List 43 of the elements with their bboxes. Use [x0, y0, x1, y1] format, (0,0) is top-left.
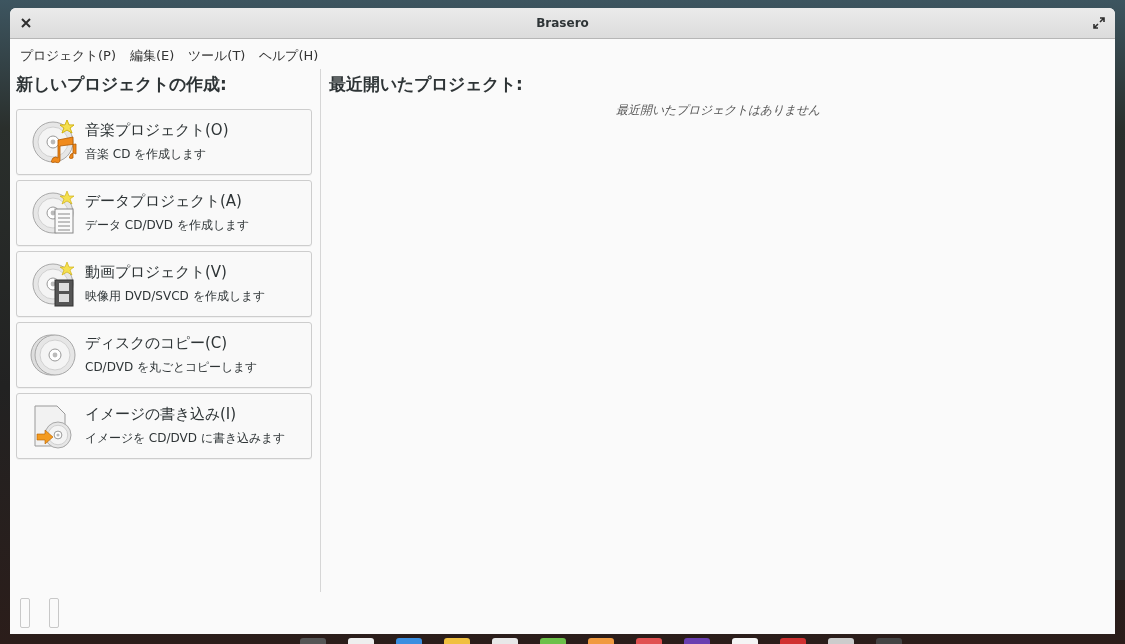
status-slot — [20, 598, 30, 628]
dock-icon[interactable] — [540, 638, 566, 644]
project-description: 映像用 DVD/SVCD を作成します — [85, 288, 265, 305]
project-button[interactable]: 音楽プロジェクト(O) 音楽 CD を作成します — [16, 109, 312, 175]
dock-icon[interactable] — [876, 638, 902, 644]
project-button[interactable]: ディスクのコピー(C) CD/DVD を丸ごとコピーします — [16, 322, 312, 388]
dock-icon[interactable] — [588, 638, 614, 644]
project-button[interactable]: データプロジェクト(A) データ CD/DVD を作成します — [16, 180, 312, 246]
project-description: データ CD/DVD を作成します — [85, 217, 249, 234]
dock-icon[interactable] — [444, 638, 470, 644]
discs-icon — [29, 331, 77, 379]
film-disc-icon — [29, 260, 77, 308]
menu-item[interactable]: プロジェクト(P) — [16, 45, 124, 67]
dock-icon[interactable] — [396, 638, 422, 644]
document-disc-icon — [29, 189, 77, 237]
project-description: 音楽 CD を作成します — [85, 146, 208, 163]
dock-icon[interactable] — [828, 638, 854, 644]
status-slot — [49, 598, 59, 628]
dock-icon[interactable] — [636, 638, 662, 644]
dock-icon[interactable] — [732, 638, 758, 644]
project-title: イメージの書き込み(I) — [85, 405, 238, 424]
menu-item[interactable]: 編集(E) — [126, 45, 183, 67]
dock-icon[interactable] — [300, 638, 326, 644]
dock-icon[interactable] — [780, 638, 806, 644]
project-description: CD/DVD を丸ごとコピーします — [85, 359, 257, 376]
maximize-button[interactable] — [1091, 15, 1107, 31]
project-title: ディスクのコピー(C) — [85, 334, 229, 353]
dock-icon[interactable] — [684, 638, 710, 644]
project-title: 動画プロジェクト(V) — [85, 263, 228, 282]
project-button[interactable]: イメージの書き込み(I) イメージを CD/DVD に書き込みます — [16, 393, 312, 459]
menu-item[interactable]: ヘルプ(H) — [255, 45, 327, 67]
empty-message: 最近開いたプロジェクトはありません — [616, 102, 820, 119]
dock-icon[interactable] — [348, 638, 374, 644]
section-heading: 最近開いたプロジェクト: — [329, 73, 524, 96]
section-heading: 新しいプロジェクトの作成: — [16, 73, 228, 96]
music-disc-icon — [29, 118, 77, 166]
project-title: データプロジェクト(A) — [85, 192, 243, 211]
window-title: Brasero — [535, 16, 590, 30]
project-title: 音楽プロジェクト(O) — [85, 121, 229, 140]
menu-item[interactable]: ツール(T) — [184, 45, 254, 67]
dock-icon[interactable] — [492, 638, 518, 644]
project-button[interactable]: 動画プロジェクト(V) 映像用 DVD/SVCD を作成します — [16, 251, 312, 317]
project-description: イメージを CD/DVD に書き込みます — [85, 430, 285, 447]
